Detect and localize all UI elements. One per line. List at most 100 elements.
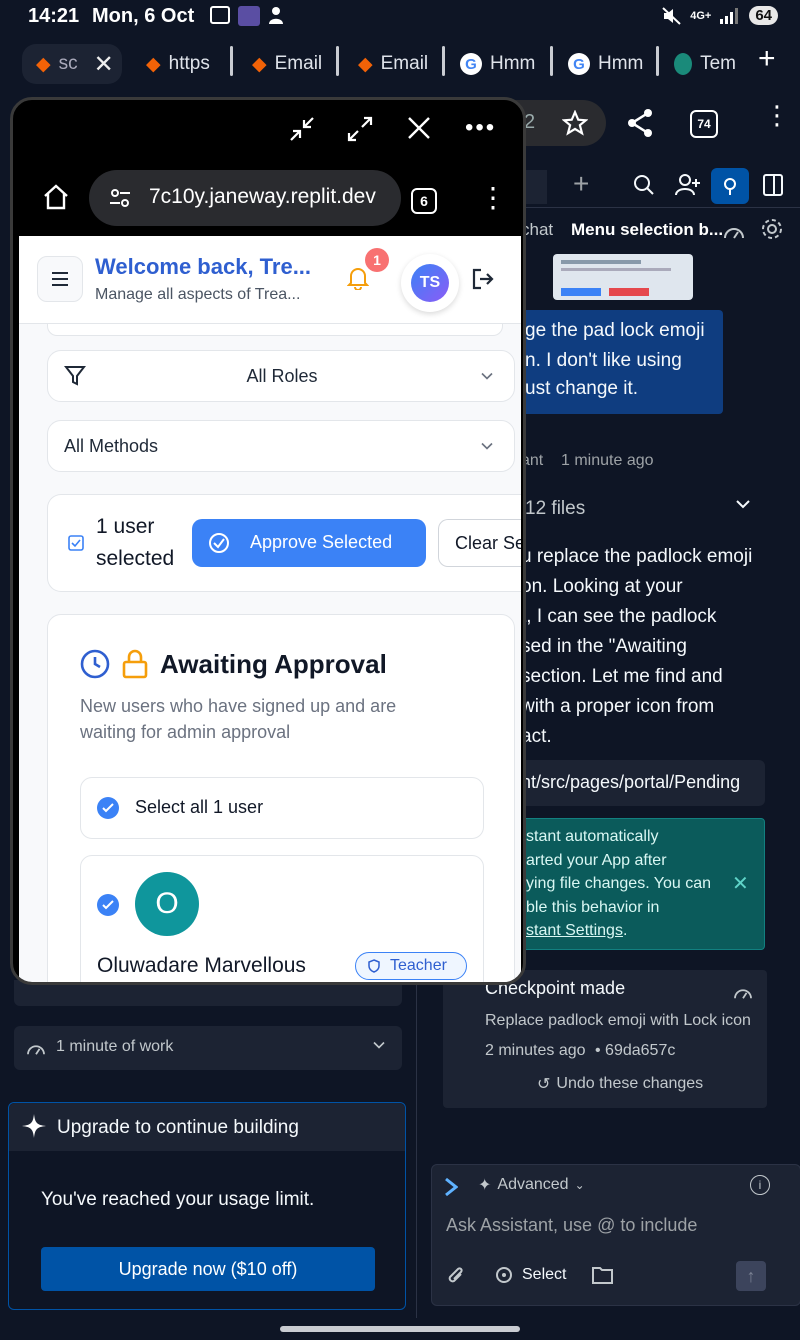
tab-active[interactable]: ◆ sc ✕ — [22, 44, 122, 84]
send-button[interactable]: ↑ — [736, 1261, 766, 1291]
tab-email-2[interactable]: ◆ Email — [358, 44, 428, 84]
checkbox-checked-icon[interactable] — [97, 894, 119, 916]
attached-screenshot-thumbnail[interactable] — [553, 254, 693, 300]
share-icon[interactable] — [626, 108, 654, 138]
overflow-menu-icon[interactable]: ⋮ — [764, 102, 790, 128]
agent-chat-panel: 1 minute of work Upgrade to continue bui… — [0, 980, 416, 1320]
chevron-down-icon — [480, 441, 494, 451]
close-icon[interactable]: ✕ — [94, 50, 114, 79]
notice-line: arted your App after — [526, 851, 667, 869]
reply-line: with a proper icon from — [521, 696, 715, 717]
progress-icon[interactable] — [733, 984, 753, 1000]
undo-button[interactable]: ↺ Undo these changes — [537, 1074, 703, 1094]
tab-https[interactable]: ◆ https — [146, 44, 212, 84]
approve-selected-label: Approve Selected — [250, 532, 393, 552]
notification-count-badge: 1 — [365, 248, 389, 272]
work-summary-row[interactable]: 1 minute of work — [14, 1026, 402, 1070]
files-changed[interactable]: 12 files — [525, 498, 585, 520]
tab-switcher-button[interactable]: 6 — [411, 188, 437, 214]
lock-icon — [122, 649, 148, 679]
upgrade-button[interactable]: Upgrade now ($10 off) — [41, 1247, 375, 1291]
assistant-reply: u replace the padlock emoji on. Looking … — [521, 542, 800, 752]
tab-label: https — [168, 53, 210, 74]
web-page: Welcome back, Tre... Manage all aspects … — [19, 236, 521, 982]
notice-line: ying file changes. You can — [526, 875, 712, 893]
shield-icon — [368, 959, 380, 973]
role-badge-label: Teacher — [390, 957, 447, 974]
maximize-window-icon[interactable] — [347, 116, 373, 142]
mode-dropdown[interactable]: ✦ Advanced ⌄ — [478, 1175, 585, 1195]
google-icon: G — [568, 53, 590, 75]
tab-menu-selection[interactable]: Menu selection b... — [571, 220, 723, 240]
reply-line: act. — [521, 726, 552, 747]
home-icon[interactable] — [43, 184, 69, 210]
url-bar[interactable]: 7c10y.janeway.replit.dev — [89, 170, 401, 226]
card-edge — [47, 324, 503, 336]
tab-switcher-button[interactable]: 74 — [690, 110, 718, 138]
assistant-settings-link[interactable]: stant Settings — [526, 922, 623, 939]
assistant-time: 1 minute ago — [561, 452, 654, 469]
progress-icon[interactable] — [723, 222, 745, 240]
checkpoint-desc: Replace padlock emoji with Lock icon — [485, 1012, 751, 1029]
add-icon[interactable]: + — [573, 168, 589, 200]
user-message-bubble: ge the pad lock emoji n. I don't like us… — [521, 310, 723, 414]
replit-agent-icon — [444, 1177, 458, 1197]
file-path: nt/src/pages/portal/Pending — [521, 772, 741, 792]
close-window-icon[interactable] — [407, 116, 431, 140]
select-all-row[interactable]: Select all 1 user — [80, 777, 484, 839]
logout-icon[interactable] — [471, 268, 495, 290]
more-options-icon[interactable]: ••• — [465, 114, 496, 142]
tab-email-1[interactable]: ◆ Email — [252, 44, 322, 84]
settings-icon[interactable] — [761, 218, 783, 240]
site-icon — [674, 53, 693, 75]
role-filter-value: All Roles — [246, 366, 318, 386]
menu-button[interactable] — [37, 256, 83, 302]
tab-google-2[interactable]: G Hmm — [568, 44, 644, 84]
checkpoint-card: Checkpoint made Replace padlock emoji wi… — [443, 970, 767, 1108]
file-path-chip[interactable]: nt/src/pages/portal/Pending — [521, 760, 765, 806]
method-filter-select[interactable]: All Methods — [47, 420, 515, 472]
awaiting-approval-card: Awaiting Approval New users who have sig… — [47, 614, 515, 982]
overflow-menu-icon[interactable]: ⋮ — [479, 184, 507, 212]
folder-add-icon[interactable] — [592, 1265, 614, 1285]
split-view-icon[interactable] — [763, 174, 783, 196]
info-icon[interactable]: i — [750, 1175, 770, 1195]
welcome-subtitle: Manage all aspects of Trea... — [95, 286, 301, 303]
site-settings-icon[interactable] — [109, 188, 131, 208]
mode-label: Advanced — [497, 1176, 569, 1193]
user-avatar: O — [135, 872, 199, 936]
check-circle-icon — [208, 532, 230, 554]
new-tab-icon[interactable]: + — [758, 42, 776, 76]
clock-icon — [80, 649, 110, 679]
tab-label: Hmm — [598, 53, 644, 74]
gesture-bar[interactable] — [280, 1326, 520, 1332]
close-icon[interactable]: ✕ — [732, 871, 749, 896]
attach-icon[interactable] — [446, 1265, 466, 1287]
user-message-line: n. I don't like using — [525, 350, 682, 371]
deploy-icon[interactable] — [711, 168, 749, 204]
clear-selection-button[interactable]: Clear Sel — [438, 519, 521, 567]
tab-separator — [230, 46, 233, 76]
welcome-title: Welcome back, Tre... — [95, 254, 312, 279]
role-filter-select[interactable]: All Roles — [47, 350, 515, 402]
avatar-button[interactable]: TS — [401, 254, 459, 312]
tab-template[interactable]: Tem — [674, 44, 736, 84]
reply-line: u replace the padlock emoji — [521, 546, 753, 567]
minimize-window-icon[interactable] — [289, 116, 315, 142]
composer-input[interactable]: Ask Assistant, use @ to include — [446, 1215, 776, 1247]
checkbox-checked-icon[interactable] — [97, 797, 119, 819]
undo-icon: ↺ — [537, 1076, 551, 1093]
reply-line: section. Let me find and — [521, 666, 723, 687]
approve-selected-button[interactable]: Approve Selected — [192, 519, 426, 567]
invite-icon[interactable] — [675, 173, 701, 197]
progress-icon — [26, 1040, 46, 1056]
select-element-button[interactable]: Select — [494, 1265, 566, 1285]
chevron-down-icon[interactable] — [735, 498, 751, 510]
pending-user-card: O Oluwadare Marvellous Teacher — [80, 855, 484, 982]
notification-bell-button[interactable] — [347, 266, 369, 290]
star-icon[interactable] — [562, 110, 588, 136]
tab-google-1[interactable]: G Hmm — [460, 44, 536, 84]
search-icon[interactable] — [633, 174, 655, 196]
upgrade-title: Upgrade to continue building — [57, 1117, 299, 1138]
target-icon — [494, 1265, 514, 1285]
